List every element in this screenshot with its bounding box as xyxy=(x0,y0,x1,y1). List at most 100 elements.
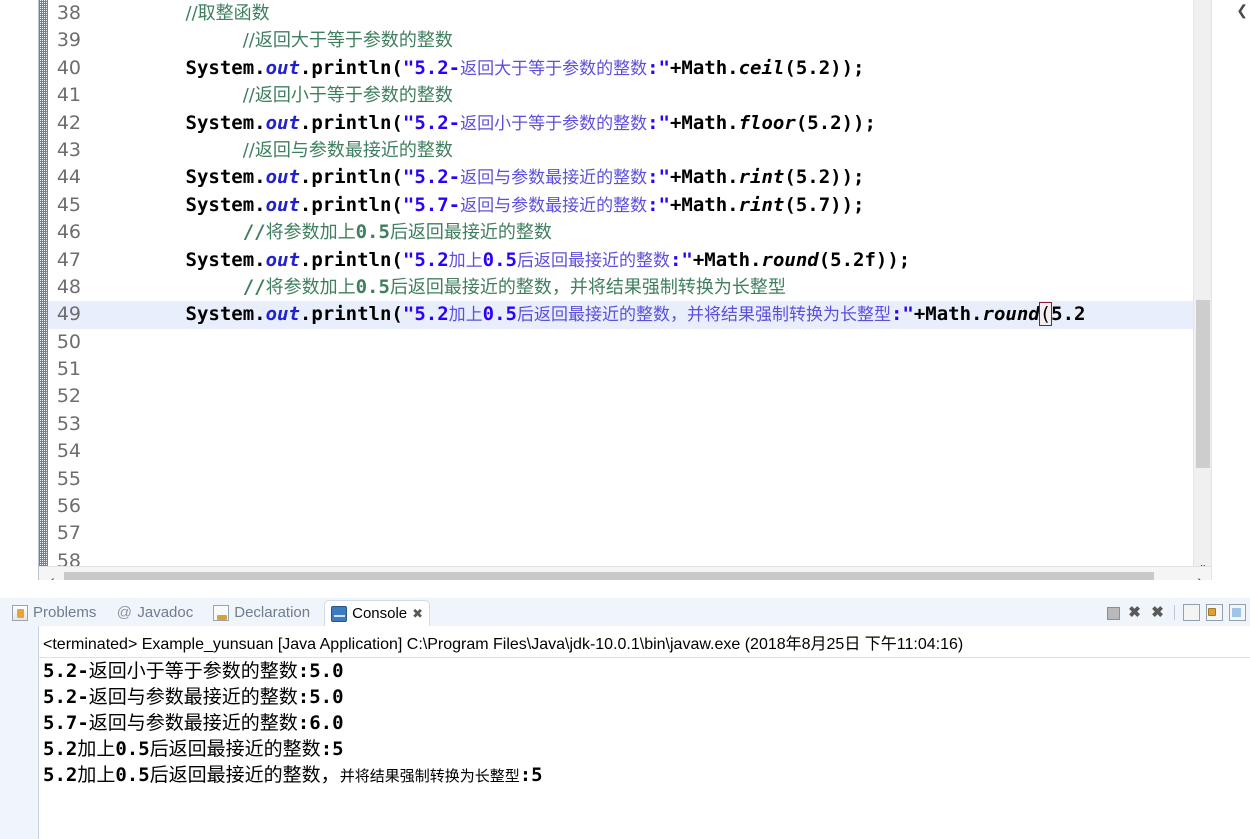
code-token: :" xyxy=(647,193,670,216)
line-number: 47 xyxy=(56,248,81,271)
close-icon[interactable]: ✖ xyxy=(412,606,423,622)
console-output-line: 5.2-返回与参数最接近的整数:5.0 xyxy=(39,684,1250,710)
console-text: 返回与参数最接近的整数 xyxy=(88,712,298,734)
code-token: 返回与参数最接近的整数 xyxy=(460,195,648,216)
code-line[interactable] xyxy=(88,411,1211,438)
horizontal-scroll-thumb[interactable] xyxy=(64,572,1154,580)
tab-declaration[interactable]: Declaration xyxy=(207,600,316,626)
console-output-line: 5.2加上0.5后返回最接近的整数，并将结果强制转换为长整型:5 xyxy=(39,762,1250,789)
code-token: 后返回最接近的整数，并将结果强制转换为长整型 xyxy=(516,305,891,326)
clear-console-icon[interactable] xyxy=(1183,603,1200,621)
console-text: 5.2- xyxy=(43,660,89,682)
bottom-view-stack: ✖ ✖ Problems @ Javadoc Declaration Console ✖ <… xyxy=(0,598,1250,839)
code-token: out xyxy=(265,193,300,216)
code-line[interactable] xyxy=(88,356,1211,383)
code-line[interactable]: System.out.println("5.7-返回与参数最接近的整数:"+Ma… xyxy=(88,192,1211,219)
code-line[interactable]: //返回小于等于参数的整数 xyxy=(88,82,1211,109)
console-output-line: 5.7-返回与参数最接近的整数:6.0 xyxy=(39,710,1250,736)
code-line[interactable]: //返回大于等于参数的整数 xyxy=(88,27,1211,54)
line-number: 39 xyxy=(56,29,81,52)
remove-all-icon[interactable]: ✖ xyxy=(1149,604,1166,621)
code-line[interactable] xyxy=(88,438,1211,465)
code-token: 加上 xyxy=(448,305,483,326)
code-token: +Math. xyxy=(669,193,739,216)
code-line[interactable]: System.out.println("5.2-返回大于等于参数的整数:"+Ma… xyxy=(88,55,1211,82)
scroll-left-arrow-icon[interactable]: ‹ xyxy=(41,569,63,580)
code-line[interactable]: System.out.println("5.2-返回小于等于参数的整数:"+Ma… xyxy=(88,110,1211,137)
code-token: floor xyxy=(738,111,796,134)
code-line[interactable] xyxy=(88,493,1211,520)
code-token: 将参数加上 xyxy=(265,276,356,298)
code-line[interactable]: System.out.println("5.2加上0.5后返回最接近的整数，并将… xyxy=(88,301,1211,329)
line-number: 41 xyxy=(56,84,81,107)
code-token: //取整函数 xyxy=(185,3,270,24)
code-token: (5.7)); xyxy=(784,193,865,216)
code-token: .println( xyxy=(299,56,403,79)
code-token: +Math. xyxy=(692,248,762,271)
editor-frame: 38 39 40 41 42 43 44 45 46 47 48 49 50 51 52 53 54 55 56 57… xyxy=(38,0,1212,580)
code-token: .println( xyxy=(299,193,403,216)
line-number: 49 xyxy=(48,301,88,329)
tab-problems[interactable]: Problems xyxy=(6,600,102,626)
stop-icon[interactable] xyxy=(1107,606,1120,620)
view-tab-bar: ✖ ✖ Problems @ Javadoc Declaration Console ✖ xyxy=(0,598,1250,626)
code-token: rint xyxy=(738,193,785,216)
editor-horizontal-scrollbar[interactable]: ‹ › xyxy=(39,566,1211,580)
code-token: out xyxy=(265,303,300,326)
code-token: 后返回最接近的整数 xyxy=(516,250,670,271)
code-token: (5.2)); xyxy=(795,111,876,134)
editor-right-margin xyxy=(1212,0,1250,580)
code-token: :" xyxy=(647,166,670,189)
code-token: 0.5 xyxy=(482,248,517,271)
vertical-scroll-thumb[interactable] xyxy=(1196,300,1210,468)
code-token: +Math. xyxy=(913,303,983,326)
pin-console-icon[interactable] xyxy=(1229,603,1246,621)
line-number: 53 xyxy=(56,412,81,435)
scroll-lock-icon[interactable] xyxy=(1206,603,1223,621)
code-line[interactable]: System.out.println("5.2加上0.5后返回最接近的整数:"+… xyxy=(88,247,1211,274)
annotation-ruler[interactable] xyxy=(39,0,48,580)
code-token: out xyxy=(265,248,300,271)
console-text: 5.7- xyxy=(43,712,89,734)
line-number: 56 xyxy=(56,495,81,518)
code-token: ( xyxy=(1038,302,1053,327)
console-view[interactable]: <terminated> Example_yunsuan [Java Appli… xyxy=(38,626,1250,839)
remove-icon[interactable]: ✖ xyxy=(1126,604,1143,621)
code-line[interactable] xyxy=(88,329,1211,356)
console-text: 并将结果强制转换为长整型 xyxy=(339,767,520,785)
code-token: rint xyxy=(738,166,785,189)
console-text: :5 xyxy=(519,764,543,786)
console-text: 0.5 xyxy=(115,764,150,786)
code-line[interactable] xyxy=(88,520,1211,547)
tab-console[interactable]: Console ✖ xyxy=(324,600,431,626)
console-text: 返回小于等于参数的整数 xyxy=(88,660,298,682)
code-token: out xyxy=(265,166,300,189)
code-line[interactable] xyxy=(88,466,1211,493)
tab-label: Javadoc xyxy=(137,604,194,621)
console-text: :6.0 xyxy=(297,712,344,734)
console-output-line: 5.2-返回小于等于参数的整数:5.0 xyxy=(39,658,1250,684)
code-line[interactable]: //将参数加上0.5后返回最接近的整数 xyxy=(88,219,1211,246)
eclipse-ide-window: 38 39 40 41 42 43 44 45 46 47 48 49 50 51 52 53 54 55 56 57… xyxy=(0,0,1250,839)
code-line[interactable] xyxy=(88,383,1211,410)
code-line[interactable]: //取整函数 xyxy=(88,0,1211,27)
console-text: 5.2 xyxy=(43,764,78,786)
code-token: round xyxy=(761,248,819,271)
code-text-area[interactable]: //取整函数 //返回大于等于参数的整数 System.out.println(… xyxy=(88,0,1211,580)
code-token: //返回小于等于参数的整数 xyxy=(242,85,453,107)
code-line[interactable]: //将参数加上0.5后返回最接近的整数，并将结果强制转换为长整型 xyxy=(88,274,1211,301)
code-token: :" xyxy=(669,248,693,271)
code-line[interactable]: System.out.println("5.2-返回与参数最接近的整数:"+Ma… xyxy=(88,164,1211,191)
scroll-right-arrow-icon[interactable]: › xyxy=(1189,569,1211,580)
code-line[interactable]: //返回与参数最接近的整数 xyxy=(88,137,1211,164)
code-token: "5.2- xyxy=(402,56,461,79)
editor-vertical-scrollbar[interactable]: ˇ xyxy=(1193,0,1211,580)
tab-label: Problems xyxy=(33,604,97,621)
console-text: 0.5 xyxy=(115,738,150,760)
tab-javadoc[interactable]: @ Javadoc xyxy=(110,600,199,626)
